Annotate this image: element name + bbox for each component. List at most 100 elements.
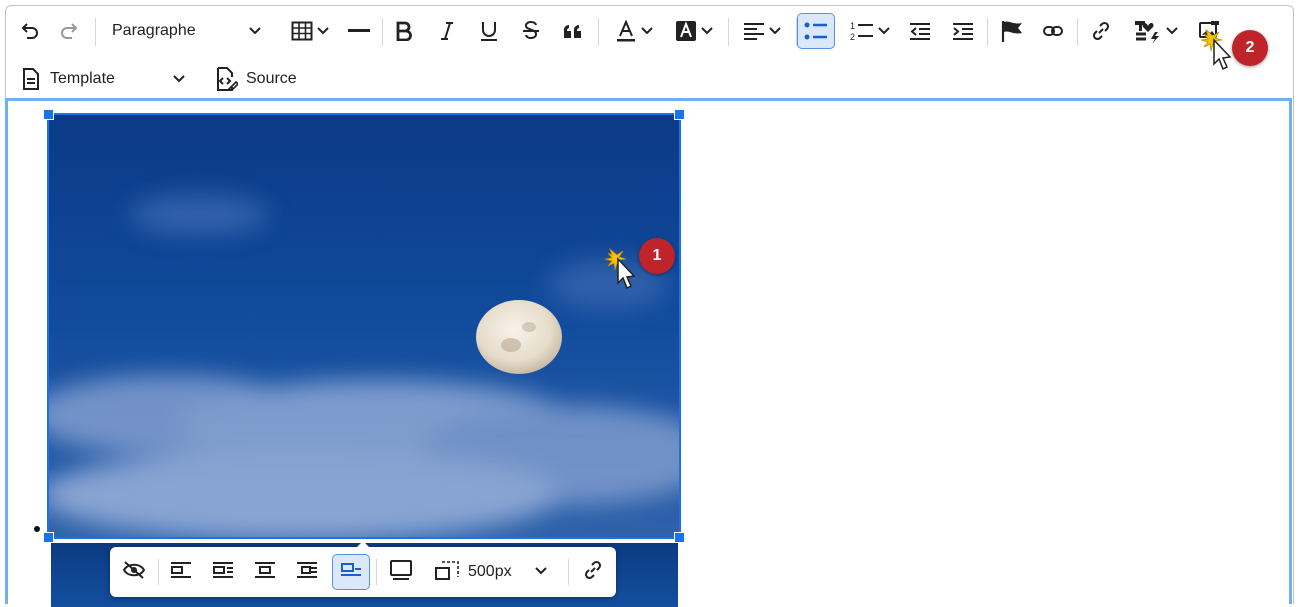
chevron-down-icon (701, 27, 713, 35)
link-button[interactable] (1084, 14, 1118, 48)
blockquote-button[interactable] (556, 14, 590, 48)
toggle-alt-button[interactable] (116, 555, 152, 589)
table-icon (291, 21, 313, 41)
chevron-down-icon (641, 27, 653, 35)
strikethrough-icon (521, 20, 541, 42)
italic-button[interactable] (430, 14, 464, 48)
svg-text:2: 2 (850, 32, 855, 42)
hide-icon (122, 560, 146, 585)
editor-content-area[interactable]: 500px (5, 98, 1292, 607)
wrap-right-button[interactable] (206, 555, 240, 589)
redo-button[interactable] (53, 14, 87, 48)
indent-icon (952, 22, 974, 40)
unlink-icon (1043, 25, 1063, 37)
toolbar-separator (598, 18, 599, 46)
bulleted-list-button[interactable] (797, 13, 835, 49)
source-label: Source (246, 70, 297, 87)
chevron-down-icon (172, 74, 186, 84)
toolbar-separator (568, 559, 569, 585)
resize-dropdown[interactable]: 500px (428, 555, 554, 589)
undo-button[interactable] (12, 14, 46, 48)
toolbar-pointer (356, 541, 370, 548)
wrap-left-icon (170, 561, 192, 584)
horizontal-line-icon (348, 29, 370, 33)
indent-button[interactable] (946, 14, 980, 48)
resize-handle-top-right[interactable] (674, 109, 685, 120)
inline-button[interactable] (290, 555, 324, 589)
wrap-right-icon (212, 561, 234, 584)
toolbar-separator (382, 18, 383, 46)
break-text-button[interactable] (332, 554, 370, 590)
align-icon (743, 22, 765, 40)
toolbar-separator (1077, 18, 1078, 46)
chevron-down-icon (769, 27, 781, 35)
toolbar-separator (987, 18, 988, 46)
blockquote-icon (562, 22, 584, 40)
link-icon (1090, 20, 1112, 42)
toolbar-separator (376, 559, 377, 585)
bulleted-list-icon (804, 21, 828, 41)
chevron-down-icon (248, 26, 262, 36)
source-button[interactable]: Source (208, 62, 306, 96)
chevron-down-icon (878, 27, 890, 35)
bold-button[interactable] (387, 14, 421, 48)
step-marker-2: 2 (1232, 30, 1268, 66)
chevron-down-icon (1166, 27, 1178, 35)
document-icon (22, 68, 40, 90)
flag-icon (1000, 19, 1024, 43)
italic-icon (438, 21, 456, 41)
special-chars-icon (1134, 18, 1162, 44)
template-label: Template (50, 70, 115, 87)
outdent-icon (909, 22, 931, 40)
editor-toolbar: Paragraphe 1 2 Template Source (6, 6, 1293, 98)
unlink-button[interactable] (1036, 14, 1070, 48)
text-align-button[interactable] (734, 14, 790, 48)
resize-handle-bottom-left[interactable] (43, 532, 54, 543)
image-link-button[interactable] (576, 555, 610, 589)
image-width-value: 500px (468, 563, 512, 580)
undo-icon (18, 20, 40, 42)
resize-handle-bottom-right[interactable] (674, 532, 685, 543)
font-color-icon (615, 20, 637, 42)
template-dropdown[interactable]: Template (16, 62, 192, 96)
outdent-button[interactable] (903, 14, 937, 48)
paragraph-format-dropdown[interactable]: Paragraphe (104, 14, 270, 48)
image-toolbar: 500px (110, 541, 616, 597)
source-icon (214, 67, 238, 91)
resize-handle-top-left[interactable] (43, 109, 54, 120)
redo-icon (59, 20, 81, 42)
toolbar-separator (95, 18, 96, 46)
align-center-button[interactable] (248, 555, 282, 589)
rich-text-editor: Paragraphe 1 2 Template Source 500px (5, 5, 1294, 607)
step-marker-1: 1 (639, 238, 675, 274)
underline-icon (479, 20, 499, 42)
background-color-button[interactable] (666, 14, 722, 48)
font-color-button[interactable] (606, 14, 662, 48)
list-bullet (34, 526, 40, 532)
underline-button[interactable] (472, 14, 506, 48)
svg-text:1: 1 (850, 21, 855, 31)
toolbar-separator (158, 559, 159, 585)
bold-icon (395, 21, 413, 41)
numbered-list-button[interactable]: 12 (842, 14, 898, 48)
click-cursor-2 (1200, 26, 1236, 79)
background-color-icon (675, 20, 697, 42)
break-text-icon (340, 561, 362, 584)
caption-icon (389, 559, 413, 586)
horizontal-line-button[interactable] (342, 14, 376, 48)
align-center-icon (254, 561, 276, 584)
anchor-button[interactable] (994, 14, 1030, 48)
selected-image[interactable] (43, 109, 685, 543)
strikethrough-button[interactable] (514, 14, 548, 48)
table-button[interactable] (282, 14, 338, 48)
image-link-icon (582, 559, 604, 586)
chevron-down-icon (317, 27, 329, 35)
wrap-left-button[interactable] (164, 555, 198, 589)
chevron-down-icon (534, 563, 548, 581)
resize-icon (434, 559, 460, 586)
inline-icon (296, 561, 318, 584)
numbered-list-icon: 12 (850, 20, 874, 42)
special-characters-button[interactable] (1126, 14, 1186, 48)
caption-button[interactable] (383, 555, 419, 589)
paragraph-format-label: Paragraphe (112, 22, 196, 39)
